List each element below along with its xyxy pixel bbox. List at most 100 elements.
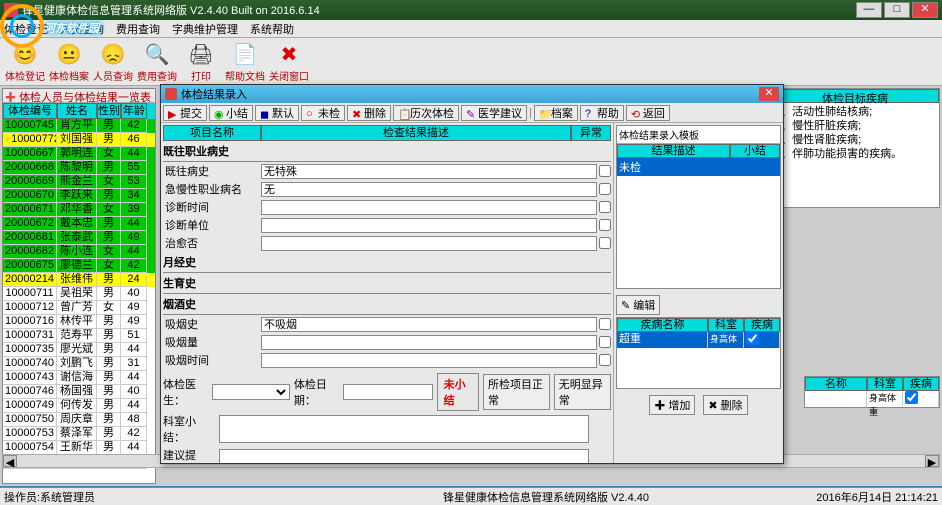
grid-header: 体检编号 姓名 性别 年龄 xyxy=(3,103,155,119)
abnormal-checkbox[interactable] xyxy=(599,354,611,366)
table-row[interactable]: 20000671邓华香女39 xyxy=(3,203,155,217)
button-icon: ✖ xyxy=(352,108,362,118)
table-row[interactable]: 10000740刘鹏飞男31 xyxy=(3,357,155,371)
checkbox[interactable] xyxy=(746,332,759,345)
table-row[interactable]: 10000749何传发男44 xyxy=(3,399,155,413)
abnormal-checkbox[interactable] xyxy=(599,318,611,330)
table-row[interactable]: 20000214张维伟男24 xyxy=(3,273,155,287)
list-item: 2、慢性肝脏疾病; xyxy=(775,119,935,133)
toolbar-button[interactable]: 😊体检登记 xyxy=(4,40,46,83)
table-row[interactable]: 10000754王新华男44 xyxy=(3,441,155,455)
table-row[interactable]: 10000743谢信海男44 xyxy=(3,371,155,385)
dialog-titlebar: 体检结果录入 ✕ xyxy=(161,85,783,103)
field-input[interactable] xyxy=(261,317,597,332)
table-row[interactable]: 20000670李跃来男34 xyxy=(3,189,155,203)
table-row[interactable]: ☞10000772刘国强男46 xyxy=(3,133,155,147)
table-row[interactable]: 10000667郭明连女44 xyxy=(3,147,155,161)
close-button[interactable]: ✕ xyxy=(912,2,938,18)
table-row[interactable]: 10000735廖光斌男44 xyxy=(3,343,155,357)
maximize-button[interactable]: □ xyxy=(884,2,910,18)
field-input[interactable] xyxy=(261,200,597,215)
dialog-button[interactable]: 📁档案 xyxy=(534,105,578,121)
dialog-close-button[interactable]: ✕ xyxy=(759,87,779,101)
dialog-button[interactable]: ✎医学建议 xyxy=(461,105,527,121)
abnormal-checkbox[interactable] xyxy=(599,219,611,231)
toolbar-button[interactable]: 🖨打印 xyxy=(180,40,222,83)
delete-button[interactable]: ✖ 删除 xyxy=(703,395,747,415)
button-icon: ⟲ xyxy=(631,108,641,118)
table-row[interactable]: 20000672戴本忠男44 xyxy=(3,217,155,231)
menu-item[interactable]: 系统帮助 xyxy=(250,21,294,37)
table-row[interactable]: 20000682陈小连女44 xyxy=(3,245,155,259)
scroll-right-button[interactable]: ▶ xyxy=(925,455,939,467)
dialog-icon xyxy=(165,88,177,100)
toolbar-button[interactable]: 😞人员查询 xyxy=(92,40,134,83)
dialog-toolbar: ▶提交◉小结◼默认○未检✖删除📋历次体检✎医学建议|📁档案?帮助⟲返回 xyxy=(161,103,783,123)
table-row[interactable]: 10000745肖方平男42 xyxy=(3,119,155,133)
doctor-select[interactable] xyxy=(212,384,290,400)
button-icon: 📁 xyxy=(539,108,549,118)
dialog-button[interactable]: ⟲返回 xyxy=(626,105,670,121)
dialog-button[interactable]: ◉小结 xyxy=(209,105,253,121)
table-row[interactable]: 20000668陈黎明男55 xyxy=(3,161,155,175)
field-input[interactable] xyxy=(261,218,597,233)
table-row[interactable]: 20000675廖德兰女42 xyxy=(3,259,155,273)
table-row[interactable]: 10000712曾广芳女49 xyxy=(3,301,155,315)
abnormal-checkbox[interactable] xyxy=(599,201,611,213)
table-row[interactable]: 10000746杨国强男40 xyxy=(3,385,155,399)
field-label: 诊断单位 xyxy=(163,217,259,233)
dialog-button[interactable]: ✖删除 xyxy=(347,105,391,121)
field-input[interactable] xyxy=(261,335,597,350)
table-row[interactable]: 10000750周庆章男48 xyxy=(3,413,155,427)
dialog-button[interactable]: ?帮助 xyxy=(580,105,624,121)
table-row[interactable]: 20000669熊金兰女53 xyxy=(3,175,155,189)
toolbar-button[interactable]: 📄帮助文档 xyxy=(224,40,266,83)
toolbar-button[interactable]: 🔍费用查询 xyxy=(136,40,178,83)
add-button[interactable]: ✚ 增加 xyxy=(649,395,695,415)
table-row[interactable]: 10000731范寿平男51 xyxy=(3,329,155,343)
table-row[interactable]: 10000716林传平男49 xyxy=(3,315,155,329)
field-input[interactable] xyxy=(261,182,597,197)
date-input[interactable] xyxy=(343,384,433,400)
abnormal-checkbox[interactable] xyxy=(599,183,611,195)
form-row: 吸烟时间 xyxy=(163,351,611,369)
abnormal-checkbox[interactable] xyxy=(599,336,611,348)
section-header: 烟酒史 xyxy=(163,294,611,315)
table-row[interactable]: 10000753蔡泽军男42 xyxy=(3,427,155,441)
table-row[interactable]: 超重 身高体重 xyxy=(617,332,780,348)
summary-textarea[interactable] xyxy=(219,415,589,443)
table-row[interactable]: 20000681张泰武男49 xyxy=(3,231,155,245)
dialog-button[interactable]: ◼默认 xyxy=(255,105,299,121)
scroll-left-button[interactable]: ◀ xyxy=(3,455,17,467)
toolbar-button[interactable]: ✖关闭窗口 xyxy=(268,40,310,83)
suggest-textarea[interactable] xyxy=(219,449,589,463)
dialog-button[interactable]: ▶提交 xyxy=(163,105,207,121)
minimize-button[interactable]: — xyxy=(856,2,882,18)
abnormal-checkbox[interactable] xyxy=(599,237,611,249)
dialog-main: 项目名称 检查结果描述 异常 既往职业病史 既往病史 急慢性职业病名 诊断时间 … xyxy=(161,123,613,463)
menu-item[interactable]: 体检登记 xyxy=(4,21,48,37)
menu-item[interactable]: 人员查询 xyxy=(60,21,104,37)
field-input[interactable] xyxy=(261,164,597,179)
template-item[interactable]: 未检 xyxy=(617,158,780,176)
toolbar-icon: 😊 xyxy=(11,40,39,68)
form-row: 诊断单位 xyxy=(163,216,611,234)
button-icon: ◼ xyxy=(260,108,270,118)
menu-item[interactable]: 费用查询 xyxy=(116,21,160,37)
extra-grid: 名称 科室 疾病 身高体重 xyxy=(804,376,940,408)
main-titlebar: 锋星健康体检信息管理系统网络版 V2.4.40 Built on 2016.6.… xyxy=(0,0,942,20)
table-row[interactable]: 10000711吴祖荣男40 xyxy=(3,287,155,301)
abnormal-checkbox[interactable] xyxy=(599,165,611,177)
menu-item[interactable]: 字典维护管理 xyxy=(172,21,238,37)
all-normal-button[interactable]: 所检项目正常 xyxy=(483,374,550,410)
status-datetime: 2016年6月14日 21:14:21 xyxy=(788,489,938,505)
field-input[interactable] xyxy=(261,353,597,368)
edit-button[interactable]: ✎ 编辑 xyxy=(616,295,660,315)
toolbar-button[interactable]: 😐体检档案 xyxy=(48,40,90,83)
no-abnormal-button[interactable]: 无明显异常 xyxy=(554,374,611,410)
field-input[interactable] xyxy=(261,236,597,251)
table-row[interactable]: 身高体重 xyxy=(805,391,939,407)
checkbox[interactable] xyxy=(905,391,918,404)
dialog-button[interactable]: ○未检 xyxy=(301,105,345,121)
dialog-button[interactable]: 📋历次体检 xyxy=(393,105,459,121)
